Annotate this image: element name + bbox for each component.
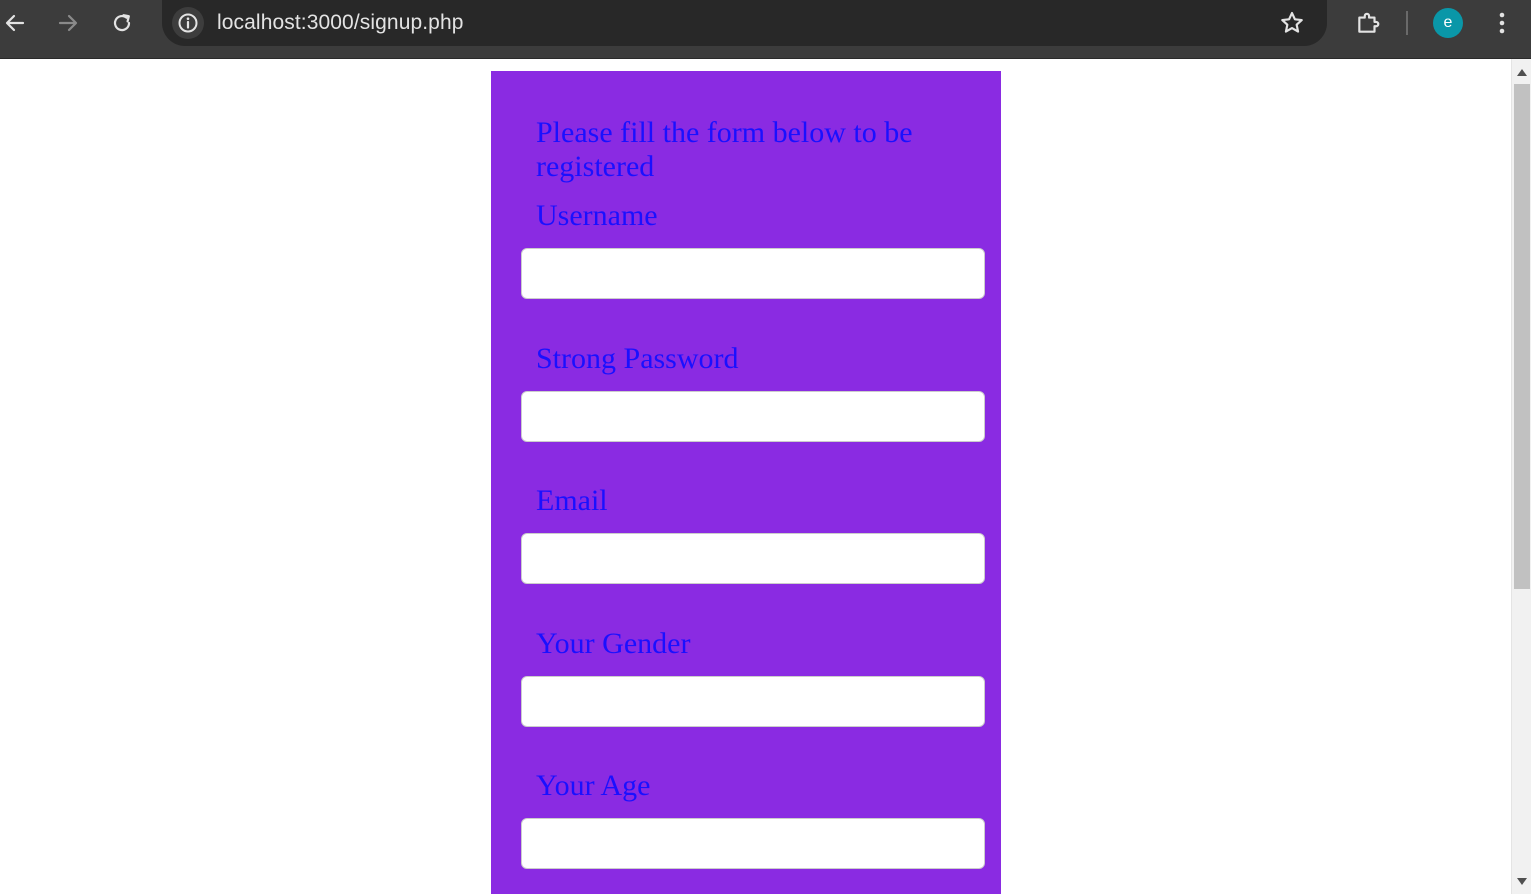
profile-avatar[interactable]: e <box>1433 8 1463 38</box>
url-text[interactable]: localhost:3000/signup.php <box>217 11 464 35</box>
vertical-scrollbar[interactable] <box>1511 59 1531 894</box>
bookmark-button[interactable] <box>1277 8 1307 38</box>
age-input[interactable] <box>521 818 985 869</box>
signup-form: Please fill the form below to be registe… <box>491 71 1001 894</box>
extensions-button[interactable] <box>1353 8 1383 38</box>
triangle-down-icon <box>1516 877 1527 885</box>
scroll-up-button[interactable] <box>1512 63 1531 81</box>
toolbar-divider <box>1406 11 1408 35</box>
browser-toolbar: localhost:3000/signup.php e <box>0 0 1531 59</box>
gender-input[interactable] <box>521 676 985 727</box>
back-button[interactable] <box>0 8 30 38</box>
browser-menu-button[interactable] <box>1488 8 1516 38</box>
email-label: Email <box>536 484 608 517</box>
arrow-right-icon <box>58 14 78 32</box>
info-icon <box>178 13 198 33</box>
password-input[interactable] <box>521 391 985 442</box>
gender-label: Your Gender <box>536 627 691 660</box>
form-heading: Please fill the form below to be registe… <box>536 116 913 183</box>
scrollbar-thumb[interactable] <box>1514 84 1530 589</box>
scroll-down-button[interactable] <box>1512 872 1531 890</box>
triangle-up-icon <box>1516 68 1527 76</box>
puzzle-icon <box>1358 12 1380 33</box>
email-input[interactable] <box>521 533 985 584</box>
arrow-left-icon <box>5 14 25 32</box>
page-viewport: Please fill the form below to be registe… <box>0 59 1511 894</box>
username-label: Username <box>536 199 658 232</box>
age-label: Your Age <box>536 769 651 802</box>
reload-button[interactable] <box>107 8 137 38</box>
reload-icon <box>113 14 131 32</box>
username-input[interactable] <box>521 248 985 299</box>
password-label: Strong Password <box>536 342 739 375</box>
forward-button[interactable] <box>53 8 83 38</box>
address-bar[interactable]: localhost:3000/signup.php <box>162 0 1327 46</box>
kebab-menu-icon <box>1499 12 1505 34</box>
star-icon <box>1281 11 1303 33</box>
site-info-button[interactable] <box>172 7 204 39</box>
